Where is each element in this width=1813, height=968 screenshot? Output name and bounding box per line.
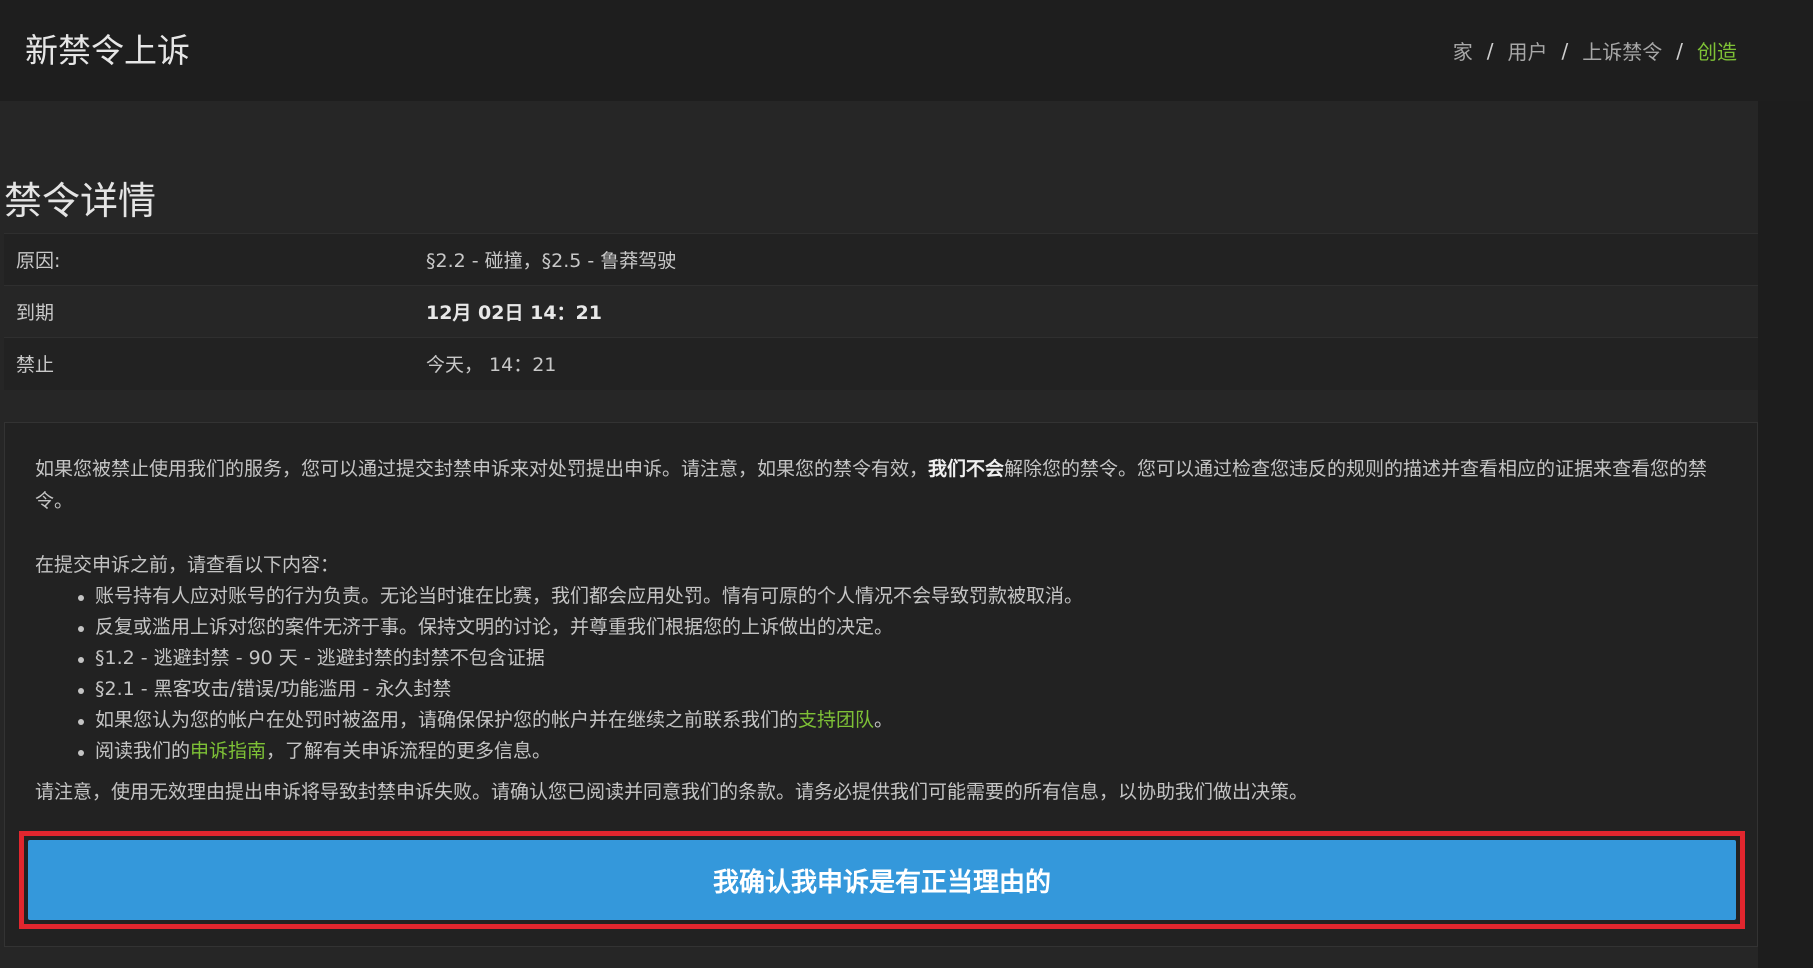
confirm-button-highlight: 我确认我申诉是有正当理由的 (19, 831, 1745, 929)
page-title: 新禁令上诉 (25, 31, 190, 70)
list-item: §1.2 - 逃避封禁 - 90 天 - 逃避封禁的封禁不包含证据 (78, 643, 1725, 674)
list-item: 阅读我们的申诉指南，了解有关申诉流程的更多信息。 (78, 736, 1725, 767)
reason-value: §2.2 - 碰撞，§2.5 - 鲁莽驾驶 (414, 233, 1758, 286)
intro-bold-text: 我们不会 (928, 458, 1005, 480)
breadcrumb-separator: / (1676, 38, 1683, 63)
breadcrumb-separator: / (1486, 38, 1494, 63)
breadcrumb-home-link[interactable]: 家 (1453, 36, 1473, 65)
breadcrumb-users-link[interactable]: 用户 (1508, 36, 1548, 65)
table-row: 到期 12月 02日 14：21 (4, 285, 1758, 338)
reason-label: 原因: (4, 233, 414, 286)
guide-item-end: ，了解有关申诉流程的更多信息。 (266, 740, 552, 762)
top-header: 新禁令上诉 家 / 用户 / 上诉禁令 / 创造 (0, 0, 1813, 101)
appeal-notice-text: 如果您被禁止使用我们的服务，您可以通过提交封禁申诉来对处罚提出申诉。请注意，如果… (35, 453, 1725, 808)
ban-details-table: 原因: §2.2 - 碰撞，§2.5 - 鲁莽驾驶 到期 12月 02日 14：… (4, 233, 1758, 390)
list-item: 反复或滥用上诉对您的案件无济于事。保持文明的讨论，并尊重我们根据您的上诉做出的决… (78, 612, 1725, 643)
list-item: 账号持有人应对账号的行为负责。无论当时谁在比赛，我们都会应用处罚。情有可原的个人… (78, 581, 1725, 612)
intro-text: 如果您被禁止使用我们的服务，您可以通过提交封禁申诉来对处罚提出申诉。请注意，如果… (35, 458, 929, 480)
guide-item-text: 阅读我们的 (95, 740, 191, 762)
expiry-label: 到期 (4, 285, 414, 338)
closing-paragraph: 请注意，使用无效理由提出申诉将导致封禁申诉失败。请确认您已阅读并同意我们的条款。… (35, 781, 1309, 803)
table-row: 禁止 今天， 14：21 (4, 337, 1758, 390)
checklist: 账号持有人应对账号的行为负责。无论当时谁在比赛，我们都会应用处罚。情有可原的个人… (35, 581, 1725, 767)
right-edge-panel (1758, 101, 1813, 968)
list-item: §2.1 - 黑客攻击/错误/功能滥用 - 永久封禁 (78, 674, 1725, 705)
checklist-title: 在提交申诉之前，请查看以下内容： (35, 554, 340, 576)
appeal-guide-link[interactable]: 申诉指南 (190, 740, 266, 762)
breadcrumb-separator: / (1561, 38, 1569, 63)
expiry-value: 12月 02日 14：21 (414, 285, 1758, 338)
table-row: 原因: §2.2 - 碰撞，§2.5 - 鲁莽驾驶 (4, 233, 1758, 286)
ban-details-title: 禁令详情 (4, 179, 157, 223)
breadcrumb-current: 创造 (1697, 40, 1737, 64)
breadcrumb: 家 / 用户 / 上诉禁令 / 创造 (1453, 36, 1737, 65)
confirm-appeal-button[interactable]: 我确认我申诉是有正当理由的 (28, 840, 1736, 920)
support-item-text: 如果您认为您的帐户在处罚时被盗用，请确保保护您的帐户并在继续之前联系我们的 (95, 709, 799, 731)
banned-label: 禁止 (4, 337, 414, 390)
banned-value: 今天， 14：21 (414, 337, 1758, 390)
support-item-end: 。 (874, 709, 894, 731)
support-team-link[interactable]: 支持团队 (798, 709, 874, 731)
list-item: 如果您认为您的帐户在处罚时被盗用，请确保保护您的帐户并在继续之前联系我们的支持团… (78, 705, 1725, 736)
intro-paragraph: 如果您被禁止使用我们的服务，您可以通过提交封禁申诉来对处罚提出申诉。请注意，如果… (35, 453, 1725, 517)
breadcrumb-appeal-link[interactable]: 上诉禁令 (1582, 36, 1662, 65)
